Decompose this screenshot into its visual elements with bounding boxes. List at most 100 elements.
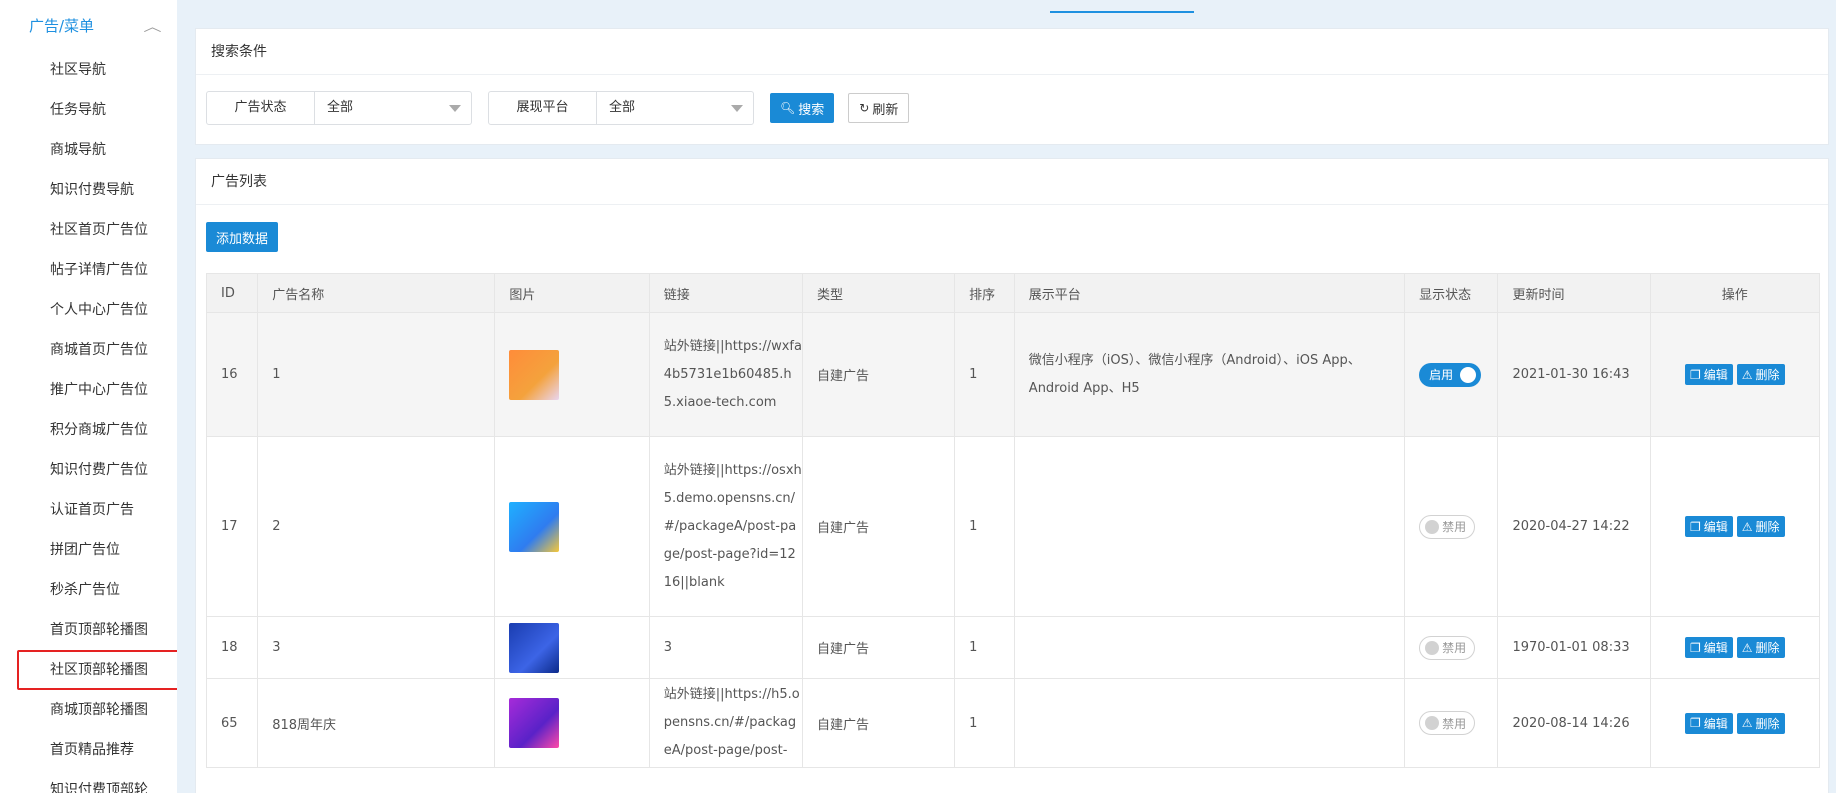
sidebar-item[interactable]: 首页精品推荐 — [0, 730, 177, 770]
delete-label: 删除 — [1755, 368, 1780, 382]
edit-button[interactable]: ❐ 编辑 — [1684, 516, 1733, 537]
column-header: 更新时间 — [1497, 273, 1651, 313]
ad-thumbnail[interactable] — [509, 349, 560, 400]
column-header: 广告名称 — [257, 273, 496, 313]
cell-link: 3 — [648, 616, 804, 679]
column-header: 展示平台 — [1013, 273, 1406, 313]
search-button-label: 搜索 — [798, 102, 825, 118]
edit-label: 编辑 — [1703, 641, 1728, 655]
edit-button[interactable]: ❐ 编辑 — [1684, 712, 1733, 734]
ad-thumbnail[interactable] — [509, 622, 560, 673]
edit-button[interactable]: ❐ 编辑 — [1684, 637, 1733, 658]
refresh-button[interactable]: ↻ 刷新 — [848, 93, 910, 123]
delete-label: 删除 — [1755, 641, 1780, 655]
edit-label: 编辑 — [1703, 368, 1728, 382]
status-toggle[interactable]: 启用 — [1419, 362, 1482, 387]
cell-type: 自建广告 — [802, 312, 956, 437]
cell-image — [494, 312, 650, 437]
table-body: 16 1 站外链接||https://wxfa4b5731e1b60485.h5.x… — [205, 312, 1820, 768]
column-header: 图片 — [494, 273, 650, 313]
search-panel-title: 搜索条件 — [196, 29, 1828, 75]
sidebar-item[interactable]: 知识付费广告位 — [0, 450, 177, 490]
cell-type: 自建广告 — [802, 436, 956, 617]
cell-actions: ❐ 编辑 ⚠ 删除 — [1649, 436, 1820, 617]
status-toggle-label: 禁用 — [1442, 641, 1467, 655]
edit-icon: ❐ — [1689, 716, 1701, 730]
sidebar-item[interactable]: 拼团广告位 — [0, 530, 177, 570]
cell-status: 启用 — [1404, 312, 1499, 437]
cell-sort: 1 — [954, 436, 1015, 617]
cell-link: 站外链接||https://osxh5.demo.opensns.cn/#/pa… — [648, 436, 804, 617]
cell-updated: 2021-01-30 16:43 — [1497, 312, 1651, 437]
ad-list-title: 广告列表 — [196, 159, 1828, 205]
ad-table: ID 广告名称 图片 链接 类型 排序 展示平台 显示状态 更新时间 操作 16 1 站外链接||ht… — [205, 273, 1820, 768]
edit-button[interactable]: ❐ 编辑 — [1684, 364, 1733, 385]
cell-updated: 1970-01-01 08:33 — [1497, 616, 1651, 679]
edit-label: 编辑 — [1703, 716, 1728, 731]
caret-down-icon — [731, 105, 743, 112]
sidebar-item[interactable]: 商城顶部轮播图 — [0, 690, 177, 730]
add-data-button[interactable]: 添加数据 — [206, 222, 279, 252]
platform-select[interactable]: 全部 — [597, 92, 753, 124]
search-button[interactable]: 🔍︎ 搜索 — [770, 93, 835, 123]
column-header: 排序 — [954, 273, 1015, 313]
status-toggle[interactable]: 禁用 — [1419, 514, 1476, 539]
delete-button[interactable]: ⚠ 删除 — [1736, 637, 1785, 658]
cell-updated: 2020-04-27 14:22 — [1497, 436, 1651, 617]
column-header: ID — [205, 273, 259, 313]
cell-updated: 2020-08-14 14:26 — [1497, 678, 1651, 768]
sidebar-item[interactable]: 商城导航 — [0, 130, 177, 170]
sidebar-item[interactable]: 认证首页广告 — [0, 490, 177, 530]
sidebar-item[interactable]: 秒杀广告位 — [0, 570, 177, 610]
edit-icon: ❐ — [1689, 519, 1701, 534]
sidebar: 广告/菜单 ︿ 社区导航 任务导航 商城导航 知识付费导航 社区首页广告位 帖子详情广告位… — [0, 0, 177, 793]
sidebar-section-header[interactable]: 广告/菜单 ︿ — [0, 0, 177, 50]
delete-button[interactable]: ⚠ 删除 — [1736, 516, 1785, 537]
table-row: 65 818周年庆 站外链接||https://h5.opensns.cn/#/pa… — [205, 678, 1820, 768]
column-header: 链接 — [648, 273, 804, 313]
sidebar-item[interactable]: 社区导航 — [0, 50, 177, 90]
cell-link: 站外链接||https://wxfa4b5731e1b60485.h5.xiao… — [648, 312, 804, 437]
ad-thumbnail[interactable] — [509, 698, 560, 748]
toggle-knob — [1425, 640, 1440, 655]
toggle-knob — [1425, 519, 1440, 534]
table-row: 16 1 站外链接||https://wxfa4b5731e1b60485.h5.x… — [205, 312, 1820, 437]
edit-label: 编辑 — [1703, 520, 1728, 534]
status-toggle-label: 启用 — [1429, 368, 1454, 382]
delete-button[interactable]: ⚠ 删除 — [1736, 364, 1785, 385]
active-tab-indicator — [1050, 0, 1194, 13]
sidebar-item[interactable]: 社区顶部轮播图 — [17, 650, 177, 690]
status-toggle-label: 禁用 — [1442, 716, 1467, 731]
ad-status-select[interactable]: 全部 — [315, 92, 471, 124]
edit-icon: ❐ — [1689, 640, 1701, 655]
warning-icon: ⚠ — [1741, 367, 1753, 382]
sidebar-item[interactable]: 帖子详情广告位 — [0, 250, 177, 290]
status-toggle[interactable]: 禁用 — [1419, 711, 1476, 735]
cell-name: 2 — [257, 436, 496, 617]
cell-image — [494, 436, 650, 617]
toggle-knob — [1460, 366, 1477, 383]
platform-label: 展现平台 — [489, 92, 597, 124]
sidebar-item[interactable]: 知识付费顶部轮 — [0, 770, 177, 793]
cell-sort: 1 — [954, 312, 1015, 437]
sidebar-item[interactable]: 知识付费导航 — [0, 170, 177, 210]
column-header: 显示状态 — [1404, 273, 1499, 313]
sidebar-item[interactable]: 首页顶部轮播图 — [0, 610, 177, 650]
toggle-knob — [1425, 716, 1440, 730]
sidebar-item[interactable]: 任务导航 — [0, 90, 177, 130]
delete-button[interactable]: ⚠ 删除 — [1736, 712, 1785, 734]
sidebar-item[interactable]: 积分商城广告位 — [0, 410, 177, 450]
ad-thumbnail[interactable] — [509, 501, 560, 552]
status-toggle[interactable]: 禁用 — [1419, 635, 1476, 660]
sidebar-item[interactable]: 个人中心广告位 — [0, 290, 177, 330]
sidebar-item[interactable]: 商城首页广告位 — [0, 330, 177, 370]
caret-down-icon — [449, 105, 461, 112]
cell-id: 16 — [205, 312, 259, 437]
platform-value: 全部 — [609, 100, 636, 115]
ad-status-value: 全部 — [327, 100, 354, 115]
sidebar-item[interactable]: 社区首页广告位 — [0, 210, 177, 250]
sidebar-item[interactable]: 推广中心广告位 — [0, 370, 177, 410]
search-icon: 🔍︎ — [780, 101, 796, 115]
chevron-up-icon[interactable]: ︿ — [143, 16, 161, 35]
platform-filter: 展现平台 全部 — [488, 91, 754, 125]
